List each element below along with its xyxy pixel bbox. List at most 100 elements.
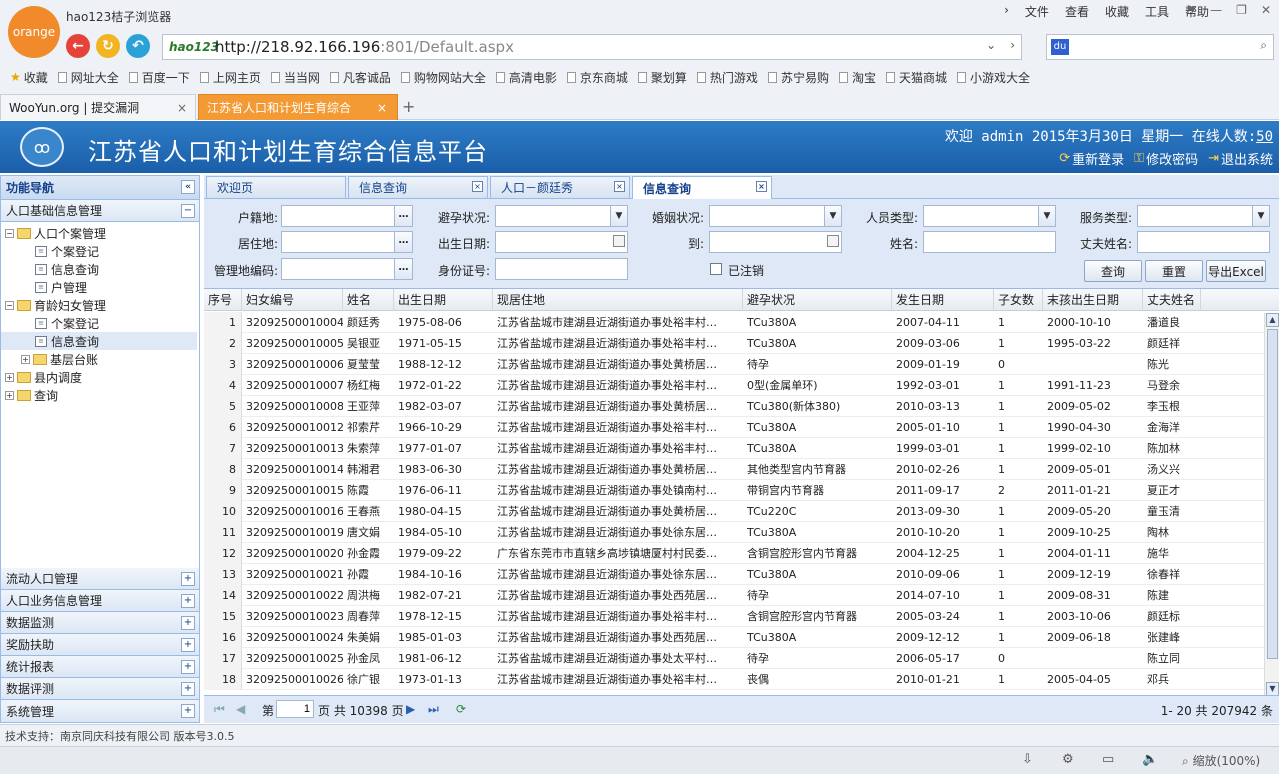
browser-tab-wooyun[interactable]: WooYun.org | 提交漏洞 × bbox=[0, 94, 196, 120]
export-excel-button[interactable]: 导出Excel bbox=[1206, 260, 1266, 282]
col-header[interactable]: 末孩出生日期 bbox=[1043, 289, 1143, 311]
browser-tab-active[interactable]: 江苏省人口和计划生育综合 × bbox=[198, 94, 398, 120]
volume-icon[interactable]: 🔈 bbox=[1142, 752, 1158, 767]
col-header[interactable]: 姓名 bbox=[343, 289, 394, 311]
download-icon[interactable]: ⇩ bbox=[1022, 752, 1033, 767]
service-type-select[interactable]: ▼ bbox=[1137, 205, 1270, 227]
table-row[interactable]: 3 32092500010006 夏莹莹 1988-12-12 江苏省盐城市建湖县近湖街… bbox=[204, 354, 1264, 375]
tree-node-dispatch[interactable]: + 县内调度 bbox=[5, 368, 82, 386]
bookmark-item[interactable]: 高清电影 bbox=[495, 69, 557, 86]
online-count-link[interactable]: 50 bbox=[1256, 129, 1273, 145]
change-password-link[interactable]: ⚿ 修改密码 bbox=[1134, 149, 1198, 168]
browse-icon[interactable]: … bbox=[394, 206, 412, 226]
huji-picker[interactable]: … bbox=[281, 205, 413, 227]
table-row[interactable]: 17 32092500010025 孙金凤 1981-06-12 江苏省盐城市建湖县近湖… bbox=[204, 648, 1264, 669]
next-page-icon[interactable]: ▶ bbox=[406, 702, 415, 716]
expand-icon[interactable]: + bbox=[5, 372, 14, 382]
table-row[interactable]: 9 32092500010015 陈霞 1976-06-11 江苏省盐城市建湖县近湖街道… bbox=[204, 480, 1264, 501]
refresh-icon[interactable]: ⟳ bbox=[456, 702, 466, 716]
table-row[interactable]: 11 32092500010019 唐文娟 1984-05-10 江苏省盐城市建湖县近湖… bbox=[204, 522, 1264, 543]
table-row[interactable]: 4 32092500010007 杨红梅 1972-01-22 江苏省盐城市建湖县近湖街… bbox=[204, 375, 1264, 396]
refresh-button[interactable]: ↻ bbox=[96, 34, 120, 58]
restore-icon[interactable]: ❐ bbox=[1236, 3, 1247, 17]
browse-icon[interactable]: … bbox=[394, 232, 412, 252]
col-header[interactable]: 发生日期 bbox=[892, 289, 994, 311]
expand-section-icon[interactable]: + bbox=[181, 704, 195, 718]
bookmark-item[interactable]: 聚划算 bbox=[637, 69, 687, 86]
undo-button[interactable]: ↶ bbox=[126, 34, 150, 58]
col-header[interactable]: 妇女编号 bbox=[242, 289, 343, 311]
sidebar-section-evaluation[interactable]: 数据评测 + bbox=[1, 678, 199, 700]
tree-leaf-query-women-selected[interactable]: ≡ 信息查询 bbox=[1, 332, 197, 350]
table-row[interactable]: 5 32092500010008 王亚萍 1982-03-07 江苏省盐城市建湖县近湖街… bbox=[204, 396, 1264, 417]
bookmark-item[interactable]: 网址大全 bbox=[57, 69, 119, 86]
tab-query-active[interactable]: 信息查询 × bbox=[632, 176, 772, 200]
menu-favorites[interactable]: 收藏 bbox=[1105, 3, 1129, 20]
chevron-down-icon[interactable]: ▼ bbox=[1252, 206, 1269, 226]
table-row[interactable]: 15 32092500010023 周春萍 1978-12-15 江苏省盐城市建湖县近湖… bbox=[204, 606, 1264, 627]
table-row[interactable]: 8 32092500010014 韩湘君 1983-06-30 江苏省盐城市建湖县近湖街… bbox=[204, 459, 1264, 480]
collapse-sidebar-icon[interactable]: « bbox=[181, 180, 195, 194]
table-row[interactable]: 14 32092500010022 周洪梅 1982-07-21 江苏省盐城市建湖县近湖… bbox=[204, 585, 1264, 606]
chevron-down-icon[interactable]: ▼ bbox=[824, 206, 841, 226]
window-icon[interactable]: ▭ bbox=[1102, 752, 1114, 767]
expand-icon[interactable]: + bbox=[5, 390, 14, 400]
name-input[interactable] bbox=[923, 231, 1056, 253]
close-tab-icon[interactable]: × bbox=[177, 101, 187, 115]
table-row[interactable]: 2 32092500010005 吴银亚 1971-05-15 江苏省盐城市建湖县近湖街… bbox=[204, 333, 1264, 354]
bookmark-favorites[interactable]: ★ 收藏 bbox=[10, 69, 48, 86]
search-box[interactable]: du ⌕ bbox=[1046, 34, 1274, 60]
tree-leaf-query[interactable]: ≡ 信息查询 bbox=[35, 260, 99, 278]
tree-node-search[interactable]: + 查询 bbox=[5, 386, 58, 404]
col-header[interactable]: 子女数 bbox=[994, 289, 1043, 311]
tree-node-individual[interactable]: − 人口个案管理 bbox=[5, 224, 106, 242]
sidebar-section-population[interactable]: 人口基础信息管理 − bbox=[1, 200, 199, 222]
tree-leaf-register[interactable]: ≡ 个案登记 bbox=[35, 242, 99, 260]
id-number-input[interactable] bbox=[495, 258, 628, 280]
new-tab-icon[interactable]: + bbox=[402, 97, 415, 116]
collapse-section-icon[interactable]: − bbox=[181, 204, 195, 218]
bookmark-item[interactable]: 天猫商城 bbox=[885, 69, 947, 86]
scroll-up-icon[interactable]: ▲ bbox=[1266, 313, 1279, 327]
first-page-icon[interactable]: ⏮ bbox=[214, 702, 225, 717]
page-number-input[interactable] bbox=[276, 700, 314, 718]
browse-icon[interactable]: … bbox=[394, 259, 412, 279]
close-icon[interactable]: ✕ bbox=[1261, 3, 1271, 17]
reset-button[interactable]: 重置 bbox=[1145, 260, 1203, 282]
close-tab-icon[interactable]: × bbox=[377, 101, 387, 115]
bookmark-item[interactable]: 京东商城 bbox=[566, 69, 628, 86]
logout-link[interactable]: ⇥ 退出系统 bbox=[1208, 149, 1273, 168]
close-tab-icon[interactable]: × bbox=[756, 181, 767, 192]
sidebar-section-business[interactable]: 人口业务信息管理 + bbox=[1, 590, 199, 612]
bookmark-item[interactable]: 当当网 bbox=[270, 69, 320, 86]
expand-section-icon[interactable]: + bbox=[181, 572, 195, 586]
sidebar-section-reports[interactable]: 统计报表 + bbox=[1, 656, 199, 678]
bookmark-item[interactable]: 热门游戏 bbox=[696, 69, 758, 86]
sidebar-section-floating[interactable]: 流动人口管理 + bbox=[1, 568, 199, 590]
history-dropdown-icon[interactable]: ⌄ bbox=[986, 38, 996, 52]
chevron-down-icon[interactable]: ▼ bbox=[1038, 206, 1055, 226]
table-row[interactable]: 10 32092500010016 王春燕 1980-04-15 江苏省盐城市建湖县近湖… bbox=[204, 501, 1264, 522]
table-row[interactable]: 12 32092500010020 孙金霞 1979-09-22 广东省东莞市市直辖乡高… bbox=[204, 543, 1264, 564]
menu-view[interactable]: 查看 bbox=[1065, 3, 1089, 20]
skin-icon[interactable]: ⚑ bbox=[1185, 3, 1196, 17]
contraception-select[interactable]: ▼ bbox=[495, 205, 628, 227]
tree-node-ledger[interactable]: + 基层台账 bbox=[21, 350, 98, 368]
menu-arrow-icon[interactable]: › bbox=[1004, 3, 1009, 20]
prev-page-icon[interactable]: ◀ bbox=[236, 702, 245, 716]
search-engine-icon[interactable]: du bbox=[1051, 39, 1069, 55]
table-row[interactable]: 18 32092500010026 徐广银 1973-01-13 江苏省盐城市建湖县近湖… bbox=[204, 669, 1264, 690]
sidebar-section-monitor[interactable]: 数据监测 + bbox=[1, 612, 199, 634]
table-row[interactable]: 7 32092500010013 朱索萍 1977-01-07 江苏省盐城市建湖县近湖街… bbox=[204, 438, 1264, 459]
expand-icon[interactable]: − bbox=[5, 300, 14, 310]
close-tab-icon[interactable]: × bbox=[472, 181, 483, 192]
scroll-thumb[interactable] bbox=[1267, 329, 1278, 659]
settings-icon[interactable]: ⚙ bbox=[1062, 752, 1074, 767]
birth-date-to[interactable] bbox=[709, 231, 842, 253]
expand-section-icon[interactable]: + bbox=[181, 638, 195, 652]
menu-tools[interactable]: 工具 bbox=[1145, 3, 1169, 20]
address-bar[interactable]: hao123 http://218.92.166.196:801/Default… bbox=[162, 34, 1022, 60]
col-header[interactable]: 现居住地 bbox=[493, 289, 743, 311]
sidebar-section-system[interactable]: 系统管理 + bbox=[1, 700, 199, 722]
calendar-icon[interactable] bbox=[613, 235, 625, 247]
